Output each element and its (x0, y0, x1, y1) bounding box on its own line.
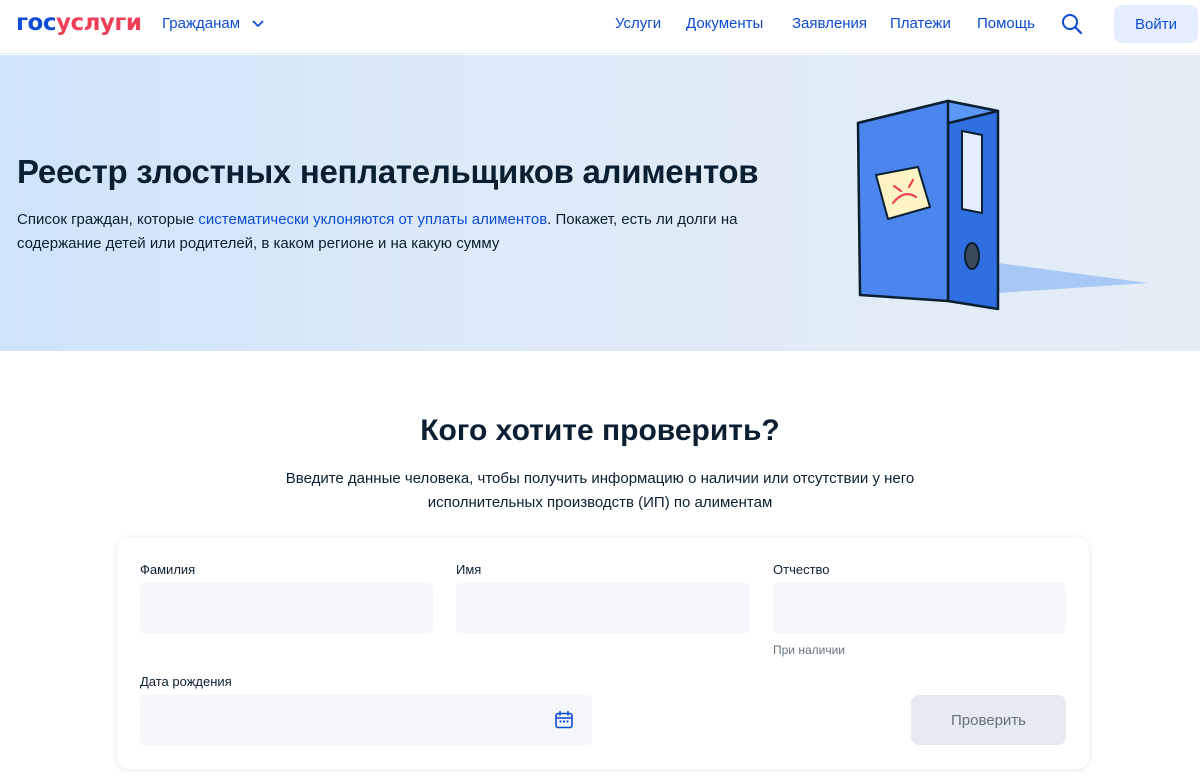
birthdate-input[interactable] (140, 695, 592, 745)
nav-payments[interactable]: Платежи (890, 15, 951, 32)
top-header: госуслуги Гражданам Услуги Документы Зая… (0, 0, 1200, 54)
chevron-down-icon (252, 20, 264, 27)
audience-selector[interactable]: Гражданам (162, 15, 264, 32)
hero-desc-text-1: Список граждан, которые (17, 211, 199, 228)
check-section-description: Введите данные человека, чтобы получить … (285, 470, 915, 511)
audience-label: Гражданам (162, 15, 241, 32)
gosuslugi-logo[interactable]: госуслуги (16, 10, 142, 36)
nav-help[interactable]: Помощь (977, 15, 1035, 32)
patronymic-label: Отчество (773, 562, 830, 577)
calendar-icon[interactable] (554, 710, 574, 730)
check-button[interactable]: Проверить (911, 695, 1066, 745)
hero-banner: Реестр злостных неплательщиков алиментов… (0, 55, 1200, 351)
search-icon[interactable] (1060, 12, 1084, 36)
logo-text-uslugi: услуги (55, 10, 142, 36)
hero-desc-link[interactable]: систематически уклоняются от уплаты алим… (198, 211, 547, 228)
hero-description: Список граждан, которые систематически у… (17, 208, 777, 256)
nav-documents[interactable]: Документы (686, 15, 763, 32)
name-label: Имя (456, 562, 482, 577)
search-form-card: Фамилия Имя Отчество При наличии Дата ро… (117, 537, 1089, 769)
check-section-title: Кого хотите проверить? (420, 414, 780, 447)
birthdate-label: Дата рождения (140, 674, 232, 689)
binder-illustration (856, 99, 1148, 311)
nav-applications[interactable]: Заявления (792, 15, 867, 32)
patronymic-input[interactable] (773, 583, 1066, 633)
patronymic-hint: При наличии (773, 643, 845, 657)
logo-text-gos: гос (16, 10, 56, 36)
surname-label: Фамилия (140, 562, 196, 577)
page-title: Реестр злостных неплательщиков алиментов (17, 153, 759, 190)
name-input[interactable] (456, 583, 750, 633)
nav-services[interactable]: Услуги (615, 15, 661, 32)
surname-input[interactable] (140, 583, 433, 633)
login-button[interactable]: Войти (1114, 5, 1198, 43)
